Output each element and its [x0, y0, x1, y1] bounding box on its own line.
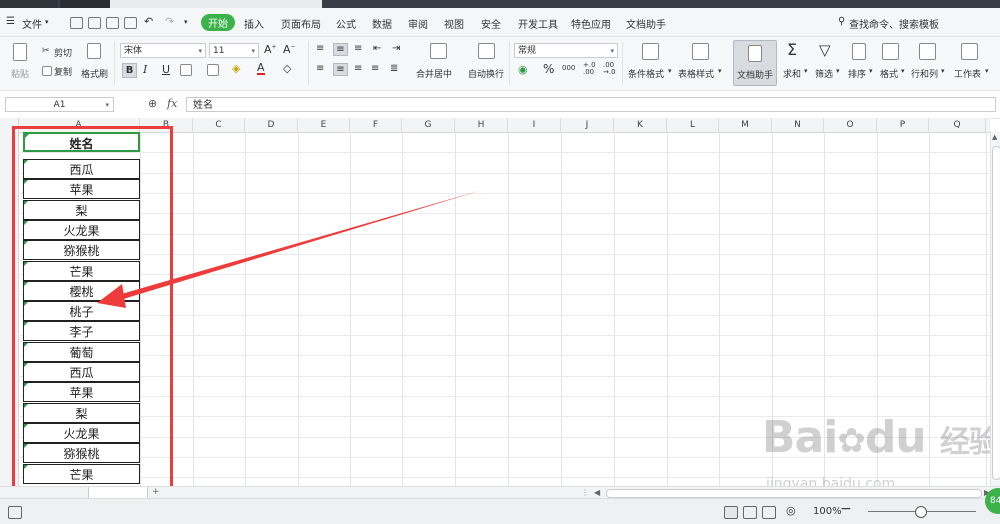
add-sheet-icon[interactable]: + — [152, 487, 160, 497]
annotation-arrow-shaft — [118, 190, 482, 300]
eye-protection-icon[interactable]: ◎ — [786, 504, 796, 517]
zoom-level[interactable]: 100% — [813, 506, 842, 517]
zoom-out-button[interactable]: − — [840, 501, 852, 517]
page-layout-view-icon[interactable] — [743, 506, 757, 519]
horizontal-scroll-thumb[interactable] — [606, 489, 982, 498]
watermark-brand: Bai — [762, 412, 838, 463]
scroll-left-icon[interactable]: ◀ — [594, 488, 600, 497]
vertical-scrollbar[interactable]: ▲ — [990, 132, 1000, 486]
watermark-logo: Bai✿du 经验 — [762, 412, 999, 463]
page-break-view-icon[interactable] — [762, 506, 776, 519]
vertical-scroll-thumb[interactable] — [992, 146, 1000, 480]
status-bar: ◎ 100% − — [0, 498, 1000, 524]
normal-view-icon[interactable] — [724, 506, 738, 519]
annotation-arrow-head — [97, 284, 126, 308]
status-doc-icon[interactable] — [8, 506, 22, 519]
split-handle-icon[interactable]: ⋮ — [581, 488, 589, 497]
watermark-brand2: du — [864, 412, 927, 463]
zoom-slider-knob[interactable] — [915, 506, 927, 518]
paw-icon: ✿ — [837, 421, 865, 461]
scroll-up-icon[interactable]: ▲ — [992, 133, 997, 141]
